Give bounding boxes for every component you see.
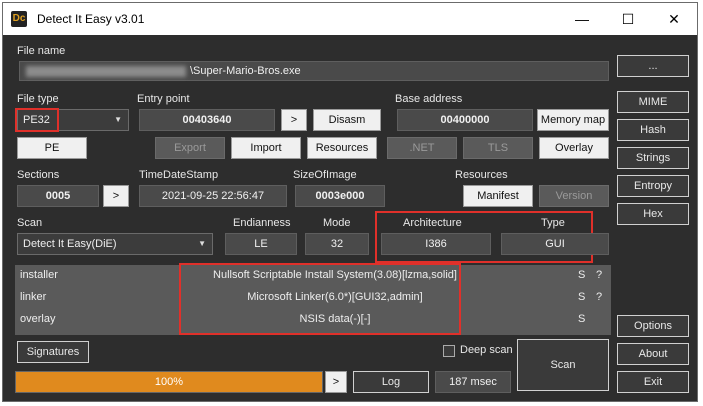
strings-button[interactable]: Strings [617, 147, 689, 169]
entry-point-go-button[interactable]: > [281, 109, 307, 131]
window-title: Detect It Easy v3.01 [37, 12, 145, 26]
type-value[interactable]: GUI [501, 233, 609, 255]
net-button[interactable]: .NET [387, 137, 457, 159]
timedatestamp-value[interactable]: 2021-09-25 22:56:47 [139, 185, 287, 207]
endianness-value[interactable]: LE [225, 233, 297, 255]
app-icon: Dc [11, 11, 27, 27]
mode-value[interactable]: 32 [305, 233, 369, 255]
import-button[interactable]: Import [231, 137, 301, 159]
options-button[interactable]: Options [617, 315, 689, 337]
entry-point-value[interactable]: 00403640 [139, 109, 275, 131]
hex-button[interactable]: Hex [617, 203, 689, 225]
sizeofimage-label: SizeOfImage [293, 169, 357, 181]
file-type-highlight [15, 108, 59, 132]
tls-button[interactable]: TLS [463, 137, 533, 159]
chevron-down-icon: ▼ [198, 239, 206, 248]
result-signature-button[interactable]: S [578, 269, 585, 281]
overlay-button[interactable]: Overlay [539, 137, 609, 159]
resources-button[interactable]: Resources [307, 137, 377, 159]
pe-button[interactable]: PE [17, 137, 87, 159]
file-name-label: File name [17, 45, 66, 57]
scan-button[interactable]: Scan [517, 339, 609, 391]
result-signature-button[interactable]: S [578, 313, 585, 325]
entropy-button[interactable]: Entropy [617, 175, 689, 197]
chevron-down-icon: ▼ [114, 115, 122, 124]
endianness-label: Endianness [233, 217, 291, 229]
scan-progress-bar: 100% [15, 371, 323, 393]
about-button[interactable]: About [617, 343, 689, 365]
entry-point-label: Entry point [137, 93, 190, 105]
hash-button[interactable]: Hash [617, 119, 689, 141]
disasm-button[interactable]: Disasm [313, 109, 381, 131]
progress-text: 100% [154, 376, 184, 388]
close-button[interactable]: ✕ [651, 3, 697, 35]
results-highlight [179, 263, 461, 335]
scan-engine-value: Detect It Easy(DiE) [23, 238, 117, 250]
deep-scan-label: Deep scan [460, 344, 513, 356]
sections-label: Sections [17, 169, 60, 181]
result-info-button[interactable]: ? [596, 269, 602, 281]
timedatestamp-label: TimeDateStamp [139, 169, 219, 181]
result-signature-button[interactable]: S [578, 291, 585, 303]
exit-button[interactable]: Exit [617, 371, 689, 393]
log-button[interactable]: Log [353, 371, 429, 393]
result-name: overlay [20, 313, 56, 325]
architecture-label: Architecture [403, 217, 462, 229]
minimize-button[interactable]: — [559, 3, 605, 35]
file-path-text: \Super-Mario-Bros.exe [190, 65, 301, 77]
signatures-button[interactable]: Signatures [17, 341, 89, 363]
sizeofimage-value[interactable]: 0003e000 [295, 185, 385, 207]
version-button[interactable]: Version [539, 185, 609, 207]
type-label: Type [541, 217, 565, 229]
file-type-label: File type [17, 93, 59, 105]
result-info-button[interactable]: ? [596, 291, 602, 303]
progress-go-button[interactable]: > [325, 371, 347, 393]
blurred-path [26, 66, 186, 77]
result-name: linker [20, 291, 47, 303]
sections-go-button[interactable]: > [103, 185, 129, 207]
scan-label: Scan [17, 217, 43, 229]
file-name-field[interactable]: \Super-Mario-Bros.exe [19, 61, 609, 81]
base-address-label: Base address [395, 93, 463, 105]
title-bar: Dc Detect It Easy v3.01 — ☐ ✕ [3, 3, 697, 35]
resources-label: Resources [455, 169, 508, 181]
browse-button[interactable]: ... [617, 55, 689, 77]
result-name: installer [20, 269, 58, 281]
scan-engine-select[interactable]: Detect It Easy(DiE) ▼ [17, 233, 213, 255]
base-address-value[interactable]: 00400000 [397, 109, 533, 131]
manifest-button[interactable]: Manifest [463, 185, 533, 207]
deep-scan-checkbox[interactable] [443, 345, 455, 357]
app-window: Dc Detect It Easy v3.01 — ☐ ✕ File name … [2, 2, 698, 402]
sections-value[interactable]: 0005 [17, 185, 99, 207]
mode-label: Mode [323, 217, 351, 229]
export-button[interactable]: Export [155, 137, 225, 159]
maximize-button[interactable]: ☐ [605, 3, 651, 35]
memory-map-button[interactable]: Memory map [537, 109, 609, 131]
scan-time-value: 187 msec [435, 371, 511, 393]
architecture-value[interactable]: I386 [381, 233, 491, 255]
mime-button[interactable]: MIME [617, 91, 689, 113]
